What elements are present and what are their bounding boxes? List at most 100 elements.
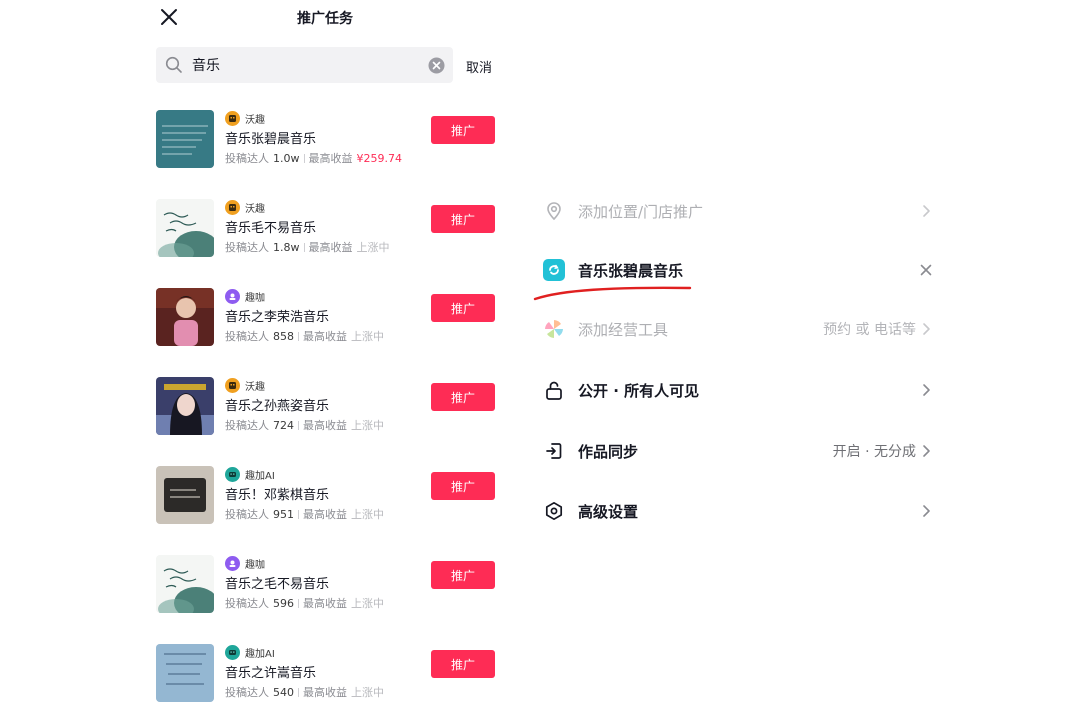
chevron-right-icon	[918, 503, 934, 519]
task-item[interactable]: 趣加AI 音乐！邓紫棋音乐 投稿达人 951 最高收益 上涨中 推广	[156, 466, 496, 526]
publisher: 趣加AI	[225, 466, 275, 482]
status-text: 上涨中	[351, 330, 384, 343]
publisher-name: 沃趣	[245, 114, 265, 126]
task-title: 音乐之李荣浩音乐	[225, 310, 330, 325]
task-title: 音乐！邓紫棋音乐	[225, 488, 330, 503]
advanced-settings-label: 高级设置	[578, 502, 639, 521]
task-title: 音乐之许嵩音乐	[225, 666, 317, 681]
close-icon[interactable]	[918, 262, 934, 278]
promote-button[interactable]: 推广	[431, 650, 495, 678]
submit-label: 投稿达人	[225, 419, 269, 432]
task-meta: 投稿达人 724 最高收益 上涨中	[225, 417, 384, 433]
submit-label: 投稿达人	[225, 597, 269, 610]
publisher: 沃趣	[225, 110, 265, 126]
task-title: 音乐张碧晨音乐	[225, 132, 317, 147]
publisher-name: 趣加AI	[245, 648, 275, 660]
annotation-underline	[532, 282, 694, 306]
publisher: 沃趣	[225, 377, 265, 393]
submit-label: 投稿达人	[225, 152, 269, 165]
promote-button[interactable]: 推广	[431, 472, 495, 500]
task-thumbnail	[156, 288, 214, 346]
selected-task-label: 音乐张碧晨音乐	[578, 261, 684, 280]
task-thumbnail	[156, 555, 214, 613]
submit-count: 1.8w	[273, 240, 300, 254]
task-thumbnail	[156, 110, 214, 168]
promote-button[interactable]: 推广	[431, 205, 495, 233]
promote-button[interactable]: 推广	[431, 116, 495, 144]
business-tools-label: 添加经营工具	[578, 320, 669, 339]
cancel-button[interactable]: 取消	[466, 57, 492, 76]
status-text: 上涨中	[351, 686, 384, 699]
task-item[interactable]: 趣咖 音乐之李荣浩音乐 投稿达人 858 最高收益 上涨中 推广	[156, 288, 496, 348]
promote-button[interactable]: 推广	[431, 383, 495, 411]
task-item[interactable]: 沃趣 音乐之孙燕姿音乐 投稿达人 724 最高收益 上涨中 推广	[156, 377, 496, 437]
task-search-panel: 推广任务 取消	[150, 0, 500, 720]
publisher-name: 趣咖	[245, 292, 265, 304]
publisher: 趣咖	[225, 288, 265, 304]
location-pin-icon	[542, 199, 566, 223]
submit-count: 596	[273, 596, 294, 610]
advanced-settings-row[interactable]: 高级设置	[540, 491, 938, 531]
meta-divider	[298, 687, 299, 697]
search-icon	[165, 56, 183, 74]
clear-icon[interactable]	[428, 57, 445, 74]
publisher: 沃趣	[225, 199, 265, 215]
task-link-icon	[542, 258, 566, 282]
publisher-avatar-icon	[225, 466, 240, 482]
task-item[interactable]: 沃趣 音乐张碧晨音乐 投稿达人 1.0w 最高收益 ¥259.74 推广	[156, 110, 496, 170]
task-meta: 投稿达人 596 最高收益 上涨中	[225, 595, 384, 611]
income-label: 最高收益	[303, 686, 347, 699]
task-meta: 投稿达人 540 最高收益 上涨中	[225, 684, 384, 700]
submit-label: 投稿达人	[225, 686, 269, 699]
meta-divider	[303, 153, 305, 163]
income-label: 最高收益	[308, 152, 353, 165]
task-meta: 投稿达人 951 最高收益 上涨中	[225, 506, 384, 522]
task-item[interactable]: 趣咖 音乐之毛不易音乐 投稿达人 596 最高收益 上涨中 推广	[156, 555, 496, 615]
submit-count: 858	[273, 329, 294, 343]
publisher-avatar-icon	[225, 288, 240, 304]
task-thumbnail	[156, 644, 214, 702]
income-label: 最高收益	[308, 241, 353, 254]
task-item[interactable]: 沃趣 音乐毛不易音乐 投稿达人 1.8w 最高收益 上涨中 推广	[156, 199, 496, 259]
search-input[interactable]	[192, 52, 422, 78]
business-tools-row[interactable]: 添加经营工具 预约 或 电话等	[540, 309, 938, 349]
publisher: 趣咖	[225, 555, 265, 571]
income-value: ¥259.74	[356, 151, 403, 165]
visibility-row[interactable]: 公开 · 所有人可见	[540, 370, 938, 410]
status-text: 上涨中	[351, 508, 384, 521]
income-label: 最高收益	[303, 330, 347, 343]
publisher-name: 沃趣	[245, 203, 265, 215]
task-title: 音乐毛不易音乐	[225, 221, 317, 236]
promote-button[interactable]: 推广	[431, 561, 495, 589]
sync-row[interactable]: 作品同步 开启 · 无分成	[540, 431, 938, 471]
publisher-name: 沃趣	[245, 381, 265, 393]
publisher-avatar-icon	[225, 555, 240, 571]
publisher: 趣加AI	[225, 644, 275, 660]
task-thumbnail	[156, 199, 214, 257]
submit-label: 投稿达人	[225, 330, 269, 343]
chevron-right-icon	[918, 443, 934, 459]
promote-button[interactable]: 推广	[431, 294, 495, 322]
submit-label: 投稿达人	[225, 508, 269, 521]
meta-divider	[298, 331, 299, 341]
task-thumbnail	[156, 377, 214, 435]
publisher-avatar-icon	[225, 110, 240, 126]
submit-count: 1.0w	[273, 151, 300, 165]
publisher-avatar-icon	[225, 644, 240, 660]
submit-count: 724	[273, 418, 294, 432]
meta-divider	[303, 242, 305, 252]
task-item[interactable]: 趣加AI 音乐之许嵩音乐 投稿达人 540 最高收益 上涨中 推广	[156, 644, 496, 704]
add-location-label: 添加位置/门店推广	[578, 202, 704, 221]
income-label: 最高收益	[303, 597, 347, 610]
add-location-row[interactable]: 添加位置/门店推广	[540, 191, 938, 231]
income-label: 最高收益	[303, 419, 347, 432]
unlock-icon	[542, 378, 566, 402]
task-meta: 投稿达人 1.8w 最高收益 上涨中	[225, 239, 390, 255]
page-title: 推广任务	[297, 11, 353, 27]
pinwheel-icon	[542, 317, 566, 341]
search-box	[156, 47, 453, 83]
chevron-right-icon	[918, 321, 934, 337]
submit-count: 540	[273, 685, 294, 699]
status-text: 上涨中	[356, 241, 390, 254]
task-meta: 投稿达人 1.0w 最高收益 ¥259.74	[225, 150, 402, 166]
